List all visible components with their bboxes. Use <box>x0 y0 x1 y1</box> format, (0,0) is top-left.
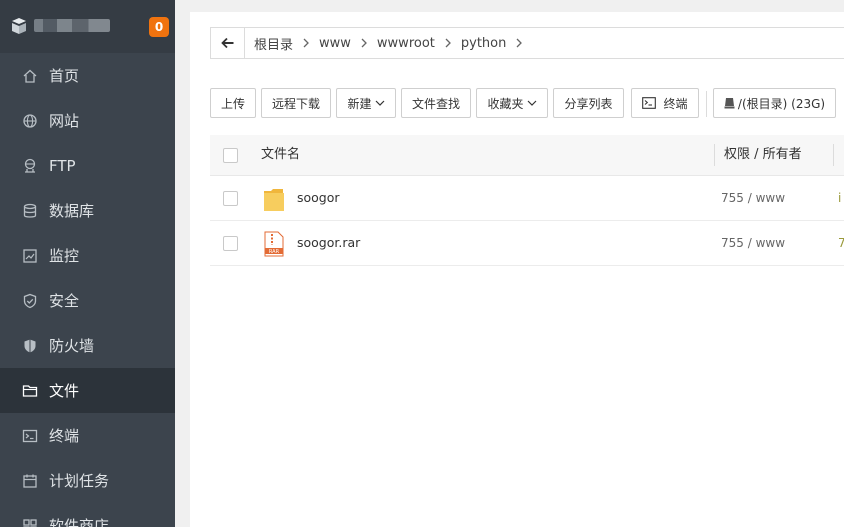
sidebar-item-database[interactable]: 数据库 <box>0 188 175 233</box>
home-icon <box>22 68 38 84</box>
sidebar-item-label: 数据库 <box>49 202 95 220</box>
rar-file-icon: RAR <box>264 231 284 257</box>
sidebar-item-scheduled-tasks[interactable]: 计划任务 <box>0 458 175 503</box>
table-row[interactable]: RAR soogor.rar 755 / www 7 <box>210 221 844 266</box>
sidebar-item-monitor[interactable]: 监控 <box>0 233 175 278</box>
breadcrumb-item-root[interactable]: 根目录 <box>254 34 293 53</box>
column-divider <box>833 144 834 166</box>
database-icon <box>22 203 38 219</box>
sidebar-item-label: 终端 <box>49 427 80 445</box>
share-list-label: 分享列表 <box>564 96 613 111</box>
shield-check-icon <box>22 293 38 309</box>
chevron-down-icon <box>375 100 384 106</box>
logo-icon <box>12 18 26 34</box>
chevron-right-icon <box>360 38 368 48</box>
terminal-label: 终端 <box>663 96 688 111</box>
sidebar-item-website[interactable]: 网站 <box>0 98 175 143</box>
sidebar-brand: 0 <box>0 0 175 53</box>
file-manager-panel: 根目录 www wwwroot python 上传 远程下载 新建 文件查找 收… <box>190 12 844 527</box>
sidebar-item-label: FTP <box>49 156 76 175</box>
remote-download-label: 远程下载 <box>271 96 320 111</box>
svg-text:RAR: RAR <box>269 249 280 255</box>
file-name[interactable]: soogor.rar <box>297 221 360 265</box>
upload-label: 上传 <box>220 96 245 111</box>
arrow-left-icon <box>220 37 233 49</box>
table-row[interactable]: soogor 755 / www i <box>210 176 844 221</box>
chevron-right-icon <box>515 38 523 48</box>
terminal-button[interactable]: 终端 <box>631 88 699 118</box>
column-header-permission-owner[interactable]: 权限 / 所有者 <box>724 135 802 175</box>
folder-icon <box>22 383 38 399</box>
sidebar-item-app-store[interactable]: 软件商店 <box>0 503 175 527</box>
disk-icon <box>724 98 735 109</box>
chevron-down-icon <box>527 100 536 106</box>
terminal-icon <box>642 97 657 109</box>
remote-download-button[interactable]: 远程下载 <box>261 88 331 118</box>
new-label: 新建 <box>347 96 372 111</box>
row-checkbox[interactable] <box>223 191 238 206</box>
sidebar-item-security[interactable]: 安全 <box>0 278 175 323</box>
favorites-dropdown-button[interactable]: 收藏夹 <box>476 88 548 118</box>
share-list-button[interactable]: 分享列表 <box>553 88 624 118</box>
sidebar-item-label: 防火墙 <box>49 337 95 355</box>
store-icon <box>22 518 38 527</box>
sidebar: 0 首页 网站 FTP 数据库 监控 安全 防火墙 文件 终端 计划任务 软件商… <box>0 0 175 527</box>
upload-button[interactable]: 上传 <box>210 88 256 118</box>
truncated-cell: 7 <box>838 236 844 250</box>
sidebar-item-ftp[interactable]: FTP <box>0 143 175 188</box>
file-search-button[interactable]: 文件查找 <box>401 88 471 118</box>
sidebar-item-label: 文件 <box>49 382 80 400</box>
row-checkbox[interactable] <box>223 236 238 251</box>
breadcrumb-item-www[interactable]: www <box>319 36 351 51</box>
truncated-cell: i <box>838 191 842 205</box>
firewall-icon <box>22 338 38 354</box>
column-header-filename[interactable]: 文件名 <box>261 135 300 175</box>
globe-icon <box>22 113 38 129</box>
table-header: 文件名 权限 / 所有者 <box>210 135 844 176</box>
sidebar-item-label: 计划任务 <box>49 472 110 490</box>
folder-icon <box>264 189 284 211</box>
sidebar-item-home[interactable]: 首页 <box>0 53 175 98</box>
notification-badge[interactable]: 0 <box>149 17 169 37</box>
chevron-right-icon <box>444 38 452 48</box>
site-name-redacted <box>34 19 110 32</box>
file-search-label: 文件查找 <box>411 96 460 111</box>
back-button[interactable] <box>211 28 245 58</box>
file-permission[interactable]: 755 / www <box>721 176 785 220</box>
sidebar-item-label: 网站 <box>49 112 80 130</box>
chevron-right-icon <box>302 38 310 48</box>
sidebar-item-label: 软件商店 <box>49 517 110 527</box>
sidebar-item-label: 监控 <box>49 247 80 265</box>
toolbar-divider <box>706 91 707 117</box>
sidebar-item-firewall[interactable]: 防火墙 <box>0 323 175 368</box>
breadcrumb-item-wwwroot[interactable]: wwwroot <box>377 36 435 51</box>
new-dropdown-button[interactable]: 新建 <box>336 88 396 118</box>
disk-label: /(根目录) (23G) <box>737 96 826 111</box>
monitor-icon <box>22 248 38 264</box>
sidebar-item-files[interactable]: 文件 <box>0 368 175 413</box>
select-all-checkbox[interactable] <box>223 148 238 163</box>
sidebar-item-terminal[interactable]: 终端 <box>0 413 175 458</box>
file-name[interactable]: soogor <box>297 176 340 220</box>
favorites-label: 收藏夹 <box>487 96 524 111</box>
breadcrumb-item-python[interactable]: python <box>461 36 506 51</box>
file-permission[interactable]: 755 / www <box>721 221 785 265</box>
terminal-icon <box>22 428 38 444</box>
breadcrumb: 根目录 www wwwroot python <box>210 27 844 59</box>
calendar-icon <box>22 473 38 489</box>
column-divider <box>714 144 715 166</box>
sidebar-item-label: 首页 <box>49 67 80 85</box>
ftp-icon <box>22 158 38 174</box>
disk-button[interactable]: /(根目录) (23G) <box>713 88 836 118</box>
sidebar-item-label: 安全 <box>49 292 80 310</box>
